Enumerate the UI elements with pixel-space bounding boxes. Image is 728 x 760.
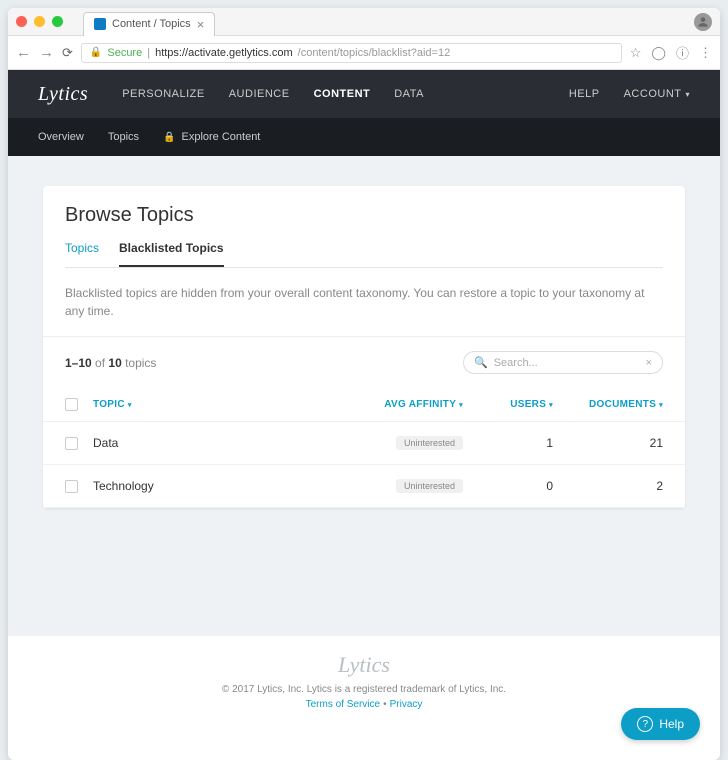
explore-label: Explore Content: [181, 131, 260, 143]
topics-count: 1–10 of 10 topics: [65, 356, 156, 370]
nav-help[interactable]: HELP: [569, 88, 600, 100]
panel-title: Browse Topics: [65, 204, 663, 227]
bookmark-icon[interactable]: ☆: [630, 45, 642, 61]
cell-documents: 2: [553, 479, 663, 493]
table-header: TOPIC▾ AVG AFFINITY▾ USERS▾ DOCUMENTS▾: [43, 388, 685, 422]
privacy-link[interactable]: Privacy: [390, 699, 423, 710]
cell-topic: Data: [93, 436, 333, 450]
back-button[interactable]: ←: [16, 44, 31, 61]
info-icon[interactable]: ⓘ: [676, 43, 689, 62]
tab-close-icon[interactable]: ×: [197, 17, 205, 32]
cell-topic: Technology: [93, 479, 333, 493]
nav-data[interactable]: DATA: [394, 88, 424, 100]
chevron-down-icon: ▾: [685, 90, 690, 99]
cell-users: 0: [463, 479, 553, 493]
select-all-checkbox[interactable]: [65, 398, 78, 411]
subnav-topics[interactable]: Topics: [108, 131, 139, 143]
tab-title: Content / Topics: [112, 18, 191, 30]
account-label: ACCOUNT: [624, 88, 682, 100]
sort-arrow-icon: ▾: [128, 401, 132, 409]
help-icon: ?: [637, 716, 653, 732]
header-users[interactable]: USERS▾: [463, 399, 553, 410]
footer-links: Terms of Service•Privacy: [8, 699, 720, 710]
app-header: Lytics PERSONALIZE AUDIENCE CONTENT DATA…: [8, 70, 720, 118]
subnav-explore[interactable]: 🔒 Explore Content: [163, 131, 260, 143]
forward-button[interactable]: →: [39, 44, 54, 61]
panel: Browse Topics Topics Blacklisted Topics …: [43, 186, 685, 508]
browser-tab[interactable]: Content / Topics ×: [83, 12, 215, 36]
sort-arrow-icon: ▾: [659, 401, 663, 409]
window-close-button[interactable]: [16, 16, 27, 27]
search-clear-icon[interactable]: ×: [646, 357, 652, 369]
profile-icon[interactable]: [694, 13, 712, 31]
terms-link[interactable]: Terms of Service: [306, 699, 380, 710]
tab-favicon: [94, 18, 106, 30]
footer: Lytics © 2017 Lytics, Inc. Lytics is a r…: [8, 636, 720, 760]
header-topic[interactable]: TOPIC▾: [93, 399, 333, 410]
row-checkbox[interactable]: [65, 480, 78, 493]
browser-toolbar: ← → ⟳ 🔒 Secure | https://activate.getlyt…: [8, 36, 720, 70]
cell-users: 1: [463, 436, 553, 450]
tab-blacklisted[interactable]: Blacklisted Topics: [119, 241, 223, 267]
footer-copyright: © 2017 Lytics, Inc. Lytics is a register…: [8, 684, 720, 695]
nav-content[interactable]: CONTENT: [314, 88, 371, 100]
app-subheader: Overview Topics 🔒 Explore Content: [8, 118, 720, 156]
help-button[interactable]: ? Help: [621, 708, 700, 740]
search-box[interactable]: 🔍 ×: [463, 351, 663, 374]
header-documents[interactable]: DOCUMENTS▾: [553, 399, 663, 410]
nav-personalize[interactable]: PERSONALIZE: [122, 88, 205, 100]
affinity-badge: Uninterested: [396, 436, 463, 450]
help-label: Help: [659, 717, 684, 731]
search-icon: 🔍: [474, 356, 488, 369]
lock-icon: 🔒: [90, 47, 102, 58]
url-domain: https://activate.getlytics.com: [155, 47, 293, 59]
browser-titlebar: Content / Topics ×: [8, 8, 720, 36]
browser-menu-icon[interactable]: ⋮: [699, 45, 712, 61]
nav-audience[interactable]: AUDIENCE: [229, 88, 290, 100]
url-path: /content/topics/blacklist?aid=12: [298, 47, 451, 59]
window-minimize-button[interactable]: [34, 16, 45, 27]
address-bar[interactable]: 🔒 Secure | https://activate.getlytics.co…: [81, 43, 622, 63]
window-fullscreen-button[interactable]: [52, 16, 63, 27]
footer-logo: Lytics: [8, 652, 720, 678]
table-row[interactable]: Data Uninterested 1 21: [43, 422, 685, 465]
cell-documents: 21: [553, 436, 663, 450]
content-area: Browse Topics Topics Blacklisted Topics …: [8, 156, 720, 636]
extension-icon[interactable]: ◯: [651, 45, 666, 61]
logo[interactable]: Lytics: [38, 83, 88, 106]
search-input[interactable]: [494, 357, 640, 369]
affinity-badge: Uninterested: [396, 479, 463, 493]
topics-table: TOPIC▾ AVG AFFINITY▾ USERS▾ DOCUMENTS▾ D…: [43, 388, 685, 508]
header-affinity[interactable]: AVG AFFINITY▾: [333, 399, 463, 410]
lock-icon: 🔒: [163, 132, 175, 143]
panel-description: Blacklisted topics are hidden from your …: [43, 268, 685, 337]
secure-label: Secure: [107, 47, 142, 59]
reload-button[interactable]: ⟳: [62, 45, 73, 61]
row-checkbox[interactable]: [65, 437, 78, 450]
table-row[interactable]: Technology Uninterested 0 2: [43, 465, 685, 508]
subnav-overview[interactable]: Overview: [38, 131, 84, 143]
tab-topics[interactable]: Topics: [65, 241, 99, 267]
nav-account[interactable]: ACCOUNT ▾: [624, 88, 690, 100]
